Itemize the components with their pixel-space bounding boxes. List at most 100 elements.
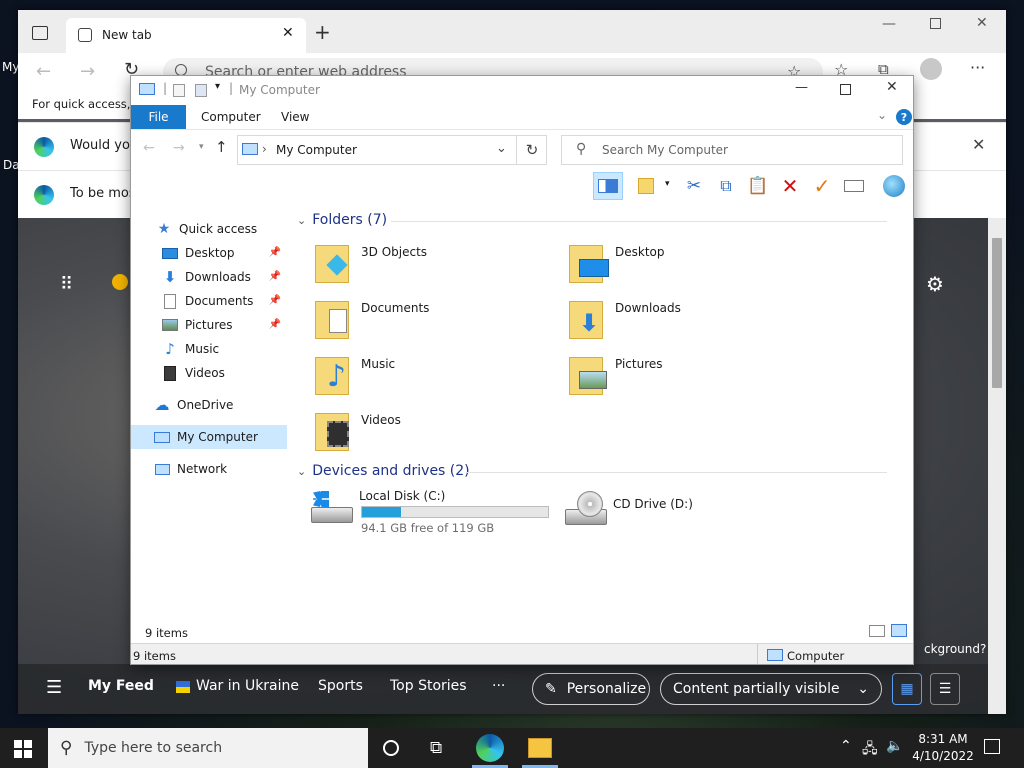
- rename-icon[interactable]: [839, 172, 869, 200]
- close-window-icon[interactable]: ✕: [886, 79, 898, 95]
- nav-item-documents[interactable]: Documents 📌: [131, 289, 287, 313]
- expand-ribbon-icon[interactable]: ⌄: [877, 108, 887, 122]
- folder-3d-objects[interactable]: 3D Objects: [311, 239, 551, 291]
- task-view-icon[interactable]: ⧉: [430, 738, 442, 758]
- content-scrollbar[interactable]: [901, 201, 913, 641]
- background-hint[interactable]: ckground?: [924, 642, 986, 656]
- clock-time[interactable]: 8:31 AM: [910, 732, 976, 746]
- check-icon[interactable]: ✓: [807, 172, 837, 200]
- network-globe-icon[interactable]: [879, 172, 909, 200]
- tab-view[interactable]: View: [281, 110, 309, 124]
- tab-computer[interactable]: Computer: [201, 110, 261, 124]
- network-icon[interactable]: 🖧: [862, 738, 878, 762]
- nav-item-network[interactable]: Network: [131, 457, 287, 481]
- volume-icon[interactable]: 🔈: [886, 738, 903, 754]
- large-icons-view-icon[interactable]: [891, 624, 907, 637]
- nav-quick-access[interactable]: ★ Quick access: [131, 217, 287, 241]
- explorer-toolbar: ▾ ✂ ⧉ 📋 ✕ ✓: [131, 169, 913, 201]
- tab-actions-icon[interactable]: [32, 26, 48, 40]
- address-bar[interactable]: › My Computer ⌄: [237, 135, 547, 165]
- maximize-icon[interactable]: [840, 84, 851, 95]
- content-visibility-dropdown[interactable]: Content partially visible ⌄: [660, 673, 882, 705]
- desktop-icon-label[interactable]: My: [2, 60, 19, 74]
- close-tab-icon[interactable]: ✕: [282, 25, 294, 41]
- close-window-icon[interactable]: ✕: [976, 15, 988, 31]
- folder-videos[interactable]: Videos: [311, 407, 551, 459]
- feed-item-top-stories[interactable]: Top Stories: [390, 678, 467, 694]
- folder-documents[interactable]: Documents: [311, 295, 551, 347]
- search-input[interactable]: ⚲ Search My Computer: [561, 135, 903, 165]
- menu-icon[interactable]: ☰: [46, 677, 62, 698]
- nav-item-music[interactable]: ♪ Music: [131, 337, 287, 361]
- forward-icon[interactable]: →: [173, 140, 185, 156]
- info-bar-text: To be mos: [70, 186, 136, 201]
- nav-item-videos[interactable]: Videos: [131, 361, 287, 385]
- new-item-icon[interactable]: [631, 172, 661, 200]
- personalize-button[interactable]: ✎ Personalize: [532, 673, 650, 705]
- clock-date[interactable]: 4/10/2022: [910, 749, 976, 763]
- new-folder-icon[interactable]: [195, 84, 207, 97]
- details-view-icon[interactable]: [869, 625, 885, 637]
- back-icon[interactable]: ←: [36, 61, 51, 82]
- up-icon[interactable]: ↑: [215, 138, 228, 156]
- cortana-icon[interactable]: [383, 740, 399, 756]
- show-hidden-icons-chevron-icon[interactable]: ⌃: [840, 738, 852, 754]
- folder-downloads[interactable]: ⬇ Downloads: [565, 295, 805, 347]
- folder-desktop[interactable]: Desktop: [565, 239, 805, 291]
- new-item-dropdown-icon[interactable]: ▾: [665, 179, 670, 189]
- copy-icon[interactable]: ⧉: [711, 172, 741, 200]
- pin-icon[interactable]: 📌: [269, 247, 281, 258]
- notifications-icon[interactable]: [984, 739, 1000, 754]
- delete-icon[interactable]: ✕: [775, 172, 805, 200]
- minimize-icon[interactable]: —: [882, 16, 896, 32]
- drive-cd-d[interactable]: CD Drive (D:): [563, 489, 803, 541]
- feed-more-button[interactable]: ···: [492, 678, 505, 694]
- minimize-icon[interactable]: —: [795, 80, 808, 95]
- close-info-icon[interactable]: ✕: [972, 135, 985, 154]
- feed-item-sports[interactable]: Sports: [318, 678, 363, 694]
- nav-item-my-computer[interactable]: My Computer: [131, 425, 287, 449]
- refresh-button[interactable]: ↻: [516, 135, 547, 165]
- maximize-icon[interactable]: [930, 18, 941, 29]
- list-view-icon[interactable]: ☰: [930, 673, 960, 705]
- help-icon[interactable]: ?: [896, 109, 912, 125]
- page-scrollbar-thumb[interactable]: [992, 238, 1002, 388]
- pin-icon[interactable]: 📌: [269, 271, 281, 282]
- cut-icon[interactable]: ✂: [679, 172, 709, 200]
- start-windows-icon[interactable]: [14, 740, 32, 758]
- more-options-icon[interactable]: ···: [970, 58, 985, 77]
- customize-toolbar-icon[interactable]: ▾: [215, 81, 220, 92]
- pin-icon[interactable]: 📌: [269, 319, 281, 330]
- devices-group-header[interactable]: ⌄ Devices and drives (2): [297, 463, 470, 479]
- nav-item-onedrive[interactable]: ☁ OneDrive: [131, 393, 287, 417]
- grid-view-icon[interactable]: ▦: [892, 673, 922, 705]
- back-icon[interactable]: ←: [143, 140, 155, 156]
- profile-avatar[interactable]: [920, 58, 942, 80]
- nav-item-desktop[interactable]: Desktop 📌: [131, 241, 287, 265]
- settings-gear-icon[interactable]: ⚙: [926, 272, 944, 296]
- new-tab-button[interactable]: +: [314, 20, 331, 44]
- preview-pane-icon[interactable]: [593, 172, 623, 200]
- address-dropdown-icon[interactable]: ⌄: [496, 141, 507, 156]
- folder-music[interactable]: ♪ Music: [311, 351, 551, 403]
- edge-taskbar-icon[interactable]: [476, 734, 504, 762]
- nav-item-pictures[interactable]: Pictures 📌: [131, 313, 287, 337]
- breadcrumb[interactable]: My Computer: [276, 143, 357, 157]
- folders-group-header[interactable]: ⌄ Folders (7): [297, 212, 387, 228]
- feed-item-war-in-ukraine[interactable]: War in Ukraine: [196, 678, 299, 694]
- file-explorer-taskbar-icon[interactable]: [528, 738, 552, 758]
- pin-icon[interactable]: 📌: [269, 295, 281, 306]
- properties-icon[interactable]: [173, 84, 185, 97]
- forward-icon[interactable]: →: [80, 61, 95, 82]
- recent-locations-icon[interactable]: ▾: [199, 142, 204, 152]
- folder-pictures[interactable]: Pictures: [565, 351, 805, 403]
- tab-new-tab[interactable]: New tab ✕: [66, 18, 306, 53]
- tab-file[interactable]: File: [131, 105, 186, 129]
- weather-icon[interactable]: [112, 274, 128, 290]
- paste-icon[interactable]: 📋: [743, 172, 773, 200]
- feed-item-my-feed[interactable]: My Feed: [88, 678, 154, 694]
- taskbar-search-box[interactable]: ⚲ Type here to search: [48, 728, 368, 768]
- apps-grid-icon[interactable]: ⠿: [60, 274, 74, 295]
- nav-item-downloads[interactable]: ⬇ Downloads 📌: [131, 265, 287, 289]
- drive-local-disk-c[interactable]: Local Disk (C:) 94.1 GB free of 119 GB: [309, 489, 559, 541]
